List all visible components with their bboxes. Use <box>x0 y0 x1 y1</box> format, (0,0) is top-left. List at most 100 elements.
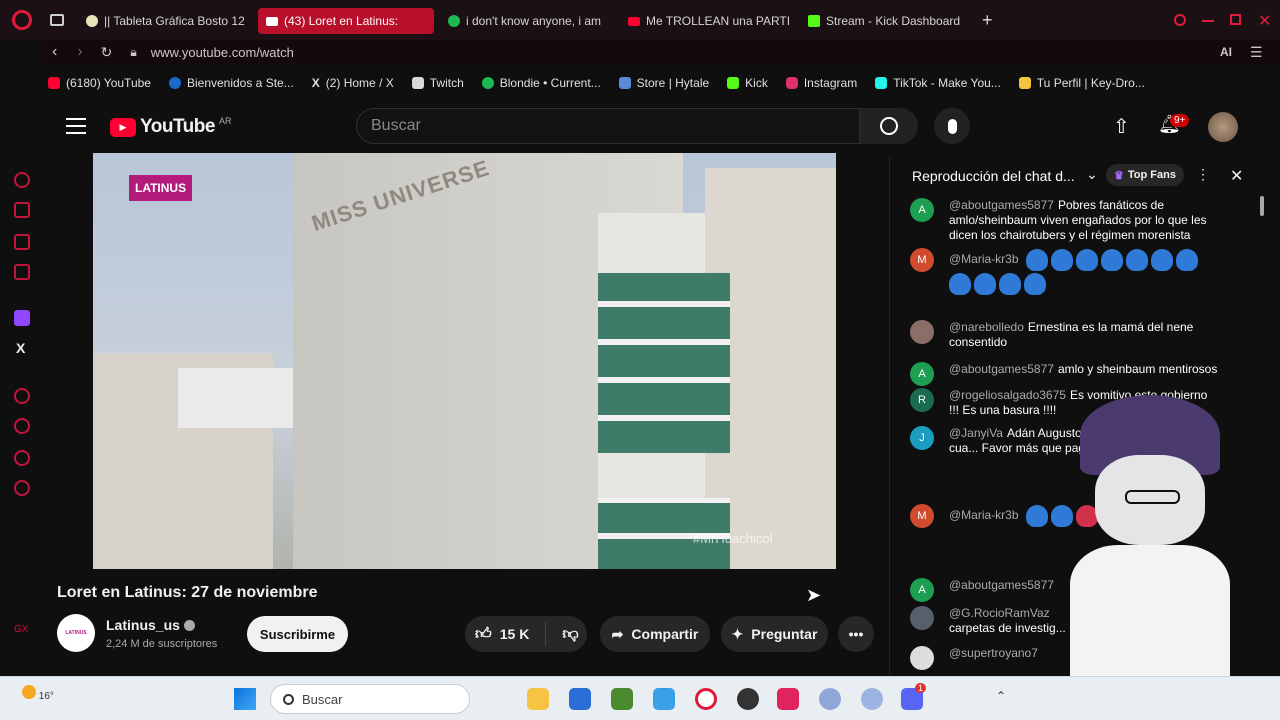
voice-search-button[interactable] <box>934 108 970 144</box>
gx-control-icon[interactable] <box>14 172 30 188</box>
emoji-ghost-icon <box>1150 249 1173 271</box>
subscribe-button[interactable]: Suscribirme <box>247 616 348 652</box>
chat-title[interactable]: Reproducción del chat d... <box>912 168 1075 184</box>
chat-author[interactable]: @JanyiVa <box>949 426 1003 440</box>
photos-icon[interactable] <box>653 688 675 710</box>
chat-author[interactable]: @narebolledo <box>949 320 1024 334</box>
file-explorer-icon[interactable] <box>527 688 549 710</box>
kick-icon <box>727 77 740 89</box>
ask-button[interactable]: ✦ Preguntar <box>721 616 828 652</box>
forward-icon[interactable]: › <box>77 43 82 61</box>
tab-kick-dashboard[interactable]: Stream - Kick Dashboard <box>800 8 975 34</box>
subscribe-label: Suscribirme <box>259 626 336 642</box>
chat-author[interactable]: @Maria-kr3b <box>949 252 1019 266</box>
channel-name-text: Latinus_us <box>106 617 180 633</box>
browser-sidebar: X GX <box>0 40 42 676</box>
search-button[interactable] <box>860 108 918 144</box>
like-button[interactable]: 👍︎ 15 K 👎︎ <box>465 616 587 652</box>
menu-icon[interactable]: ☰ <box>1250 44 1263 61</box>
hamburger-menu-icon[interactable] <box>66 118 86 134</box>
close-chat-icon[interactable]: ✕ <box>1230 166 1243 186</box>
tab-loret-latinus[interactable]: (43) Loret en Latinus: <box>258 8 434 34</box>
gx-hot-tabs-icon[interactable] <box>14 234 30 250</box>
chat-avatar: R <box>910 388 934 412</box>
video-player[interactable]: MISS UNIVERSE LATINUS #MrHuachicol <box>93 153 836 569</box>
bookmark-instagram[interactable]: Instagram <box>785 76 857 90</box>
chat-message: M @Maria-kr3b <box>910 248 1220 296</box>
chat-avatar: M <box>910 248 934 272</box>
tab-workspace-icon[interactable] <box>50 14 64 26</box>
search-input[interactable]: Buscar <box>356 108 860 144</box>
gx-mail-icon[interactable] <box>14 264 30 280</box>
avatar-body <box>1070 545 1230 676</box>
chat-author[interactable]: @aboutgames5877 <box>949 198 1054 212</box>
share-button[interactable]: ➦ Compartir <box>600 616 710 652</box>
player-icon[interactable] <box>14 388 30 404</box>
twitch-icon[interactable] <box>14 310 30 326</box>
chat-scrollbar[interactable] <box>1260 196 1264 216</box>
extensions-icon[interactable] <box>14 450 30 466</box>
tray-chevron-icon[interactable]: ⌃ <box>996 689 1006 703</box>
minecraft-icon[interactable] <box>611 688 633 710</box>
channel-avatar[interactable]: LATINUS <box>57 614 95 652</box>
url-field[interactable]: www.youtube.com/watch <box>151 45 294 60</box>
youtube-logo[interactable]: ▶ YouTube AR <box>110 116 231 138</box>
taskbar-search[interactable]: Buscar <box>270 684 470 714</box>
avatar[interactable] <box>1208 112 1238 142</box>
x-icon[interactable]: X <box>16 340 25 356</box>
gx-small-logo-icon: GX <box>14 624 29 635</box>
tab-trollean[interactable]: Me TROLLEAN una PARTI <box>620 8 790 34</box>
chat-author[interactable]: @supertroyano7 <box>949 646 1038 660</box>
reload-icon[interactable]: ↻ <box>101 44 113 61</box>
channel-name[interactable]: Latinus_us <box>106 617 195 633</box>
handle-watermark: #MrHuachicol <box>693 531 773 546</box>
search-icon <box>880 117 898 135</box>
weather-widget[interactable]: 16° <box>22 685 54 702</box>
tab-search-icon[interactable] <box>1174 14 1186 26</box>
bookmark-kick[interactable]: Kick <box>727 76 768 90</box>
store-icon[interactable] <box>569 688 591 710</box>
bookmark-hytale[interactable]: Store | Hytale <box>618 76 709 90</box>
thumbs-down-icon[interactable]: 👎︎ <box>562 625 578 644</box>
close-window-icon[interactable]: ✕ <box>1258 11 1271 31</box>
sparkle-icon: ✦ <box>731 625 744 642</box>
top-fans-badge[interactable]: ♛ Top Fans <box>1106 164 1184 186</box>
chat-author[interactable]: @aboutgames5877 <box>949 362 1054 376</box>
emoji-ghost-icon <box>1125 249 1148 271</box>
start-button[interactable] <box>234 688 256 710</box>
tab-bosto[interactable]: || Tableta Gráfica Bosto 12 <box>78 8 250 34</box>
app-icon[interactable] <box>861 688 883 710</box>
gx-corner-icon[interactable] <box>14 202 30 218</box>
upload-icon[interactable]: ⇧ <box>1113 114 1130 139</box>
minimize-icon[interactable] <box>1202 20 1214 22</box>
tiktok-icon[interactable] <box>777 688 799 710</box>
back-icon[interactable]: ‹ <box>52 43 57 61</box>
bookmark-twitch[interactable]: Twitch <box>411 76 464 90</box>
chat-author[interactable]: @G.RocioRamVaz <box>949 606 1050 620</box>
app-icon[interactable] <box>819 688 841 710</box>
opera-gx-icon[interactable] <box>695 688 717 710</box>
ai-button[interactable]: AI <box>1220 45 1232 59</box>
bookmark-tiktok[interactable]: TikTok - Make You... <box>875 76 1001 90</box>
bookmark-keydrop[interactable]: Tu Perfil | Key-Dro... <box>1018 76 1145 90</box>
maximize-icon[interactable] <box>1230 14 1241 25</box>
bookmark-spotify[interactable]: Blondie • Current... <box>481 76 601 90</box>
obs-icon[interactable] <box>737 688 759 710</box>
browser-tab-bar: || Tableta Gráfica Bosto 12 (43) Loret e… <box>0 0 1280 40</box>
hamburger-middle-line <box>66 125 86 127</box>
history-icon[interactable] <box>14 418 30 434</box>
chat-menu-icon[interactable]: ⋮ <box>1196 166 1210 183</box>
tab-label: Stream - Kick Dashboard <box>826 14 961 28</box>
tab-spotify[interactable]: i don't know anyone, i am <box>440 8 610 34</box>
more-actions-button[interactable]: ••• <box>838 616 874 652</box>
chat-author[interactable]: @aboutgames5877 <box>949 578 1054 592</box>
new-tab-button[interactable]: + <box>982 10 993 31</box>
bookmark-x[interactable]: X (2) Home / X <box>312 76 394 90</box>
opera-gx-logo-icon[interactable] <box>12 10 32 30</box>
bookmark-youtube[interactable]: (6180) YouTube <box>48 76 151 90</box>
chevron-down-icon[interactable]: ⌄ <box>1086 166 1098 183</box>
bookmark-steam[interactable]: Bienvenidos a Ste... <box>168 76 294 90</box>
settings-icon[interactable] <box>14 480 30 496</box>
lock-icon: 🔒︎ <box>130 44 137 59</box>
chat-author[interactable]: @Maria-kr3b <box>949 508 1019 522</box>
